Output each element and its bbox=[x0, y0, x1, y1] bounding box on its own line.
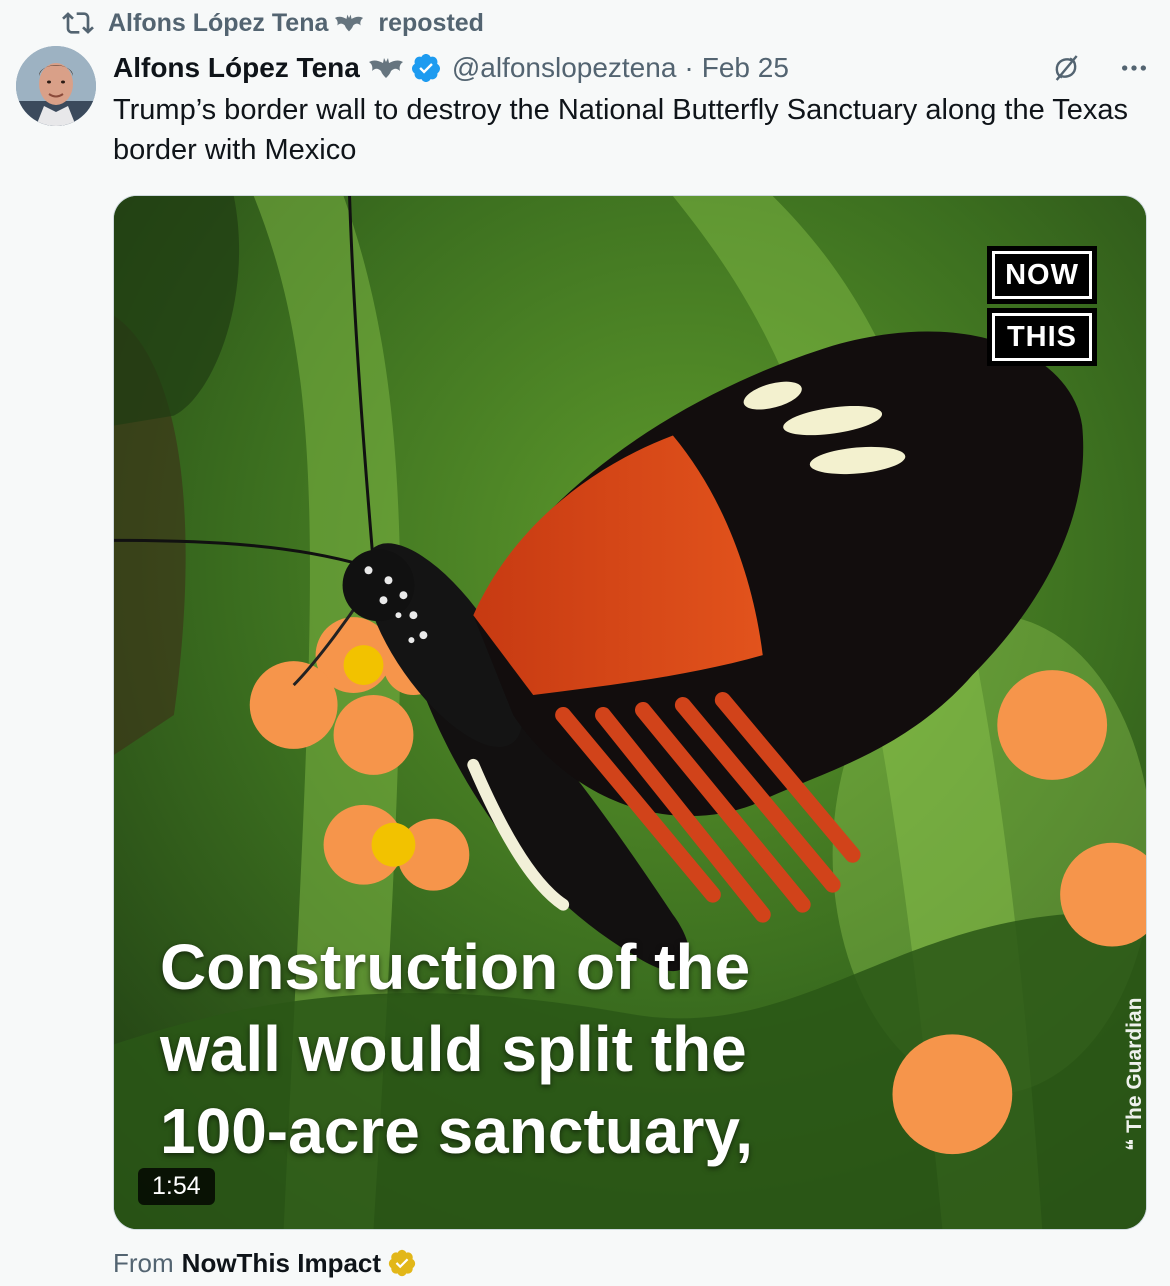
source-prefix: From bbox=[113, 1247, 174, 1278]
avatar[interactable] bbox=[16, 46, 96, 126]
author-name[interactable]: Alfons López Tena bbox=[113, 52, 360, 84]
avatar-photo bbox=[16, 46, 96, 126]
video-caption: Construction of the wall would split the… bbox=[160, 926, 920, 1172]
bat-emoji-icon bbox=[335, 14, 364, 32]
repost-user[interactable]: Alfons López Tena bbox=[108, 9, 328, 38]
header-actions bbox=[1050, 46, 1150, 90]
separator-dot: · bbox=[684, 52, 694, 83]
repost-label: reposted bbox=[378, 8, 484, 37]
source-attribution: From NowThis Impact bbox=[113, 1244, 417, 1282]
nowthis-logo: NOW THIS bbox=[987, 246, 1097, 366]
verified-gold-badge-icon bbox=[388, 1249, 416, 1277]
repost-indicator[interactable]: Alfons López Tena reposted bbox=[62, 6, 484, 40]
tweet[interactable]: Alfons López Tena reposted Alfons López … bbox=[0, 0, 1170, 1286]
video-player[interactable]: NOW THIS Construction of the wall would … bbox=[113, 195, 1147, 1230]
more-options-icon[interactable] bbox=[1118, 52, 1150, 84]
logo-word-2: THIS bbox=[992, 313, 1092, 361]
source-credit: ❝ The Guardian bbox=[1123, 997, 1146, 1151]
verified-badge-icon[interactable] bbox=[410, 52, 442, 84]
caption-line: 100-acre sanctuary, bbox=[160, 1095, 753, 1167]
caption-line: wall would split the bbox=[160, 1013, 747, 1085]
grok-icon[interactable] bbox=[1050, 52, 1082, 84]
tweet-header: Alfons López Tena @alfonslopeztena · Feb… bbox=[113, 46, 1150, 90]
tweet-text: Trump’s border wall to destroy the Natio… bbox=[113, 94, 1128, 166]
video-duration: 1:54 bbox=[138, 1168, 215, 1205]
source-name[interactable]: NowThis Impact bbox=[182, 1248, 381, 1279]
author-handle[interactable]: @alfonslopeztena bbox=[452, 52, 677, 84]
caption-line: Construction of the bbox=[160, 931, 751, 1003]
tweet-date[interactable]: Feb 25 bbox=[702, 52, 789, 84]
logo-word-1: NOW bbox=[992, 251, 1092, 299]
repost-icon bbox=[62, 12, 94, 34]
bat-emoji-icon bbox=[368, 58, 403, 78]
